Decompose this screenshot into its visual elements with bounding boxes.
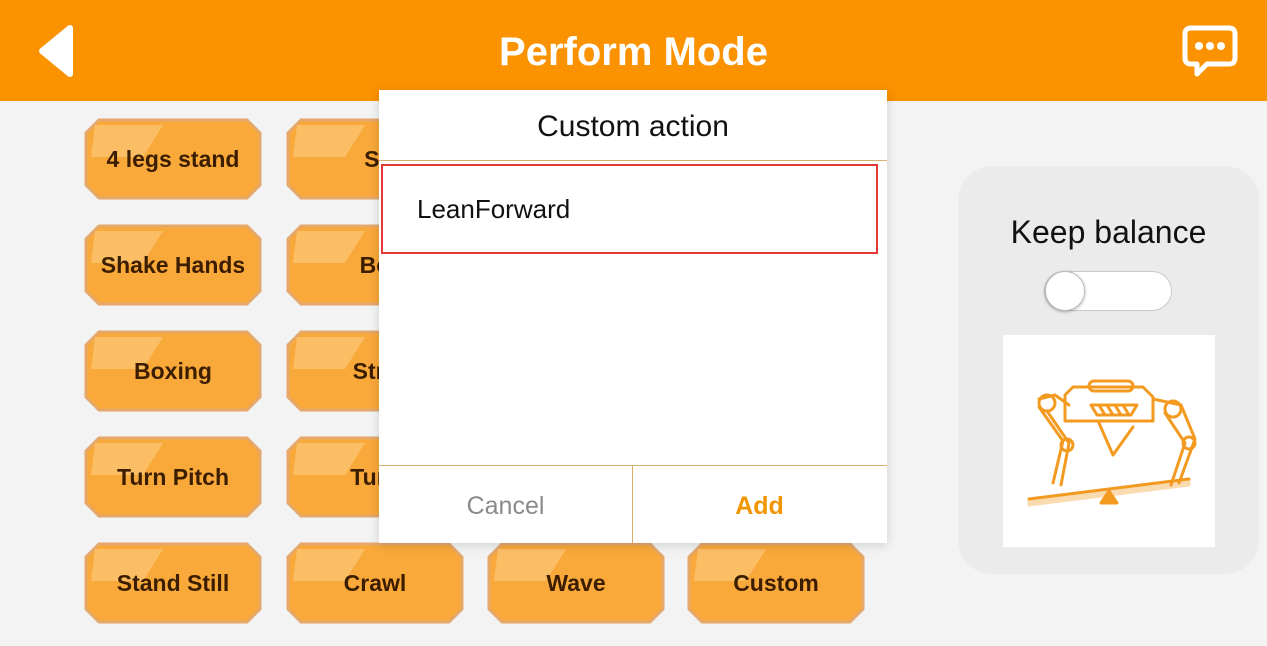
custom-action-item-label: LeanForward [417, 194, 571, 224]
dialog-divider [379, 160, 887, 161]
action-label: Turn Pitch [116, 464, 229, 490]
action-button-shake-hands[interactable]: Shake Hands [83, 223, 263, 307]
keep-balance-toggle[interactable] [1044, 271, 1172, 311]
action-button-custom[interactable]: Custom [686, 541, 866, 625]
action-label: Boxing [134, 358, 212, 384]
custom-action-dialog: Custom action LeanForward Cancel Add [379, 90, 887, 543]
action-button-crawl[interactable]: Crawl [285, 541, 465, 625]
action-label: Crawl [343, 570, 407, 596]
page-title: Perform Mode [499, 30, 768, 74]
cancel-button[interactable]: Cancel [379, 466, 632, 543]
robot-dog-balance-icon [1003, 335, 1215, 547]
action-label: Stand Still [116, 570, 230, 596]
action-button-4-legs-stand[interactable]: 4 legs stand [83, 117, 263, 201]
action-button-stand-still[interactable]: Stand Still [83, 541, 263, 625]
action-button-wave[interactable]: Wave [486, 541, 666, 625]
action-label: Shake Hands [100, 252, 246, 278]
add-button[interactable]: Add [633, 466, 886, 543]
dialog-title: Custom action [537, 110, 729, 143]
chat-bubble-icon[interactable] [1181, 22, 1239, 80]
action-button-boxing[interactable]: Boxing [83, 329, 263, 413]
action-label: 4 legs stand [106, 146, 240, 172]
action-button-turn-pitch[interactable]: Turn Pitch [83, 435, 263, 519]
keep-balance-label: Keep balance [1010, 214, 1207, 250]
app-header: Perform Mode [0, 0, 1267, 101]
custom-action-item-leanforward[interactable]: LeanForward [381, 164, 878, 254]
toggle-knob [1045, 271, 1085, 311]
action-label: Wave [546, 570, 606, 596]
action-label: Custom [733, 570, 819, 596]
